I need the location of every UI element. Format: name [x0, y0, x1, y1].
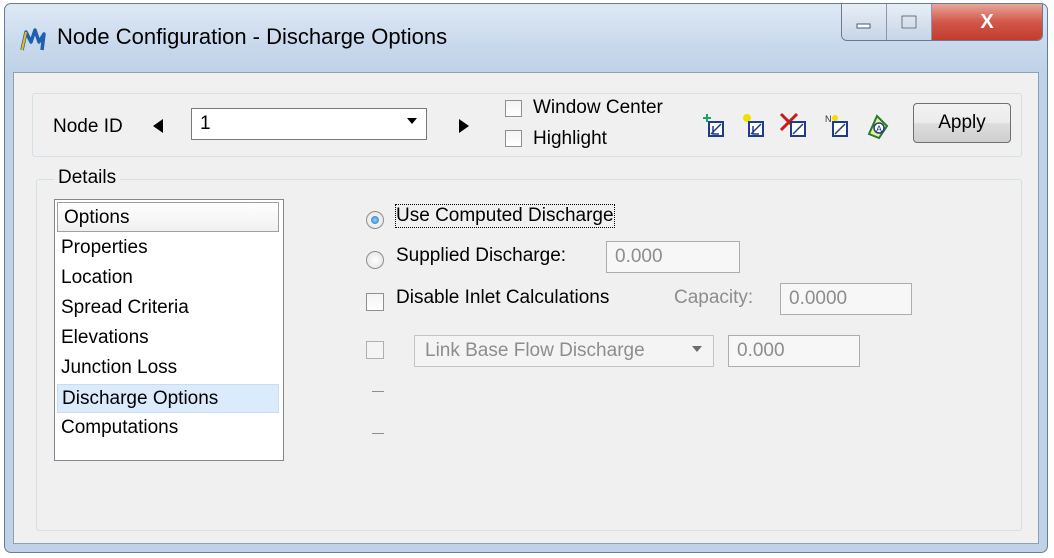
list-item-location[interactable]: Location	[57, 264, 279, 293]
minimize-button[interactable]	[842, 4, 887, 40]
chevron-down-icon	[407, 118, 417, 124]
dialog-body: Node ID 1 Window Center Highlight N A Ap…	[13, 72, 1039, 544]
annotate-node-icon[interactable]: A	[863, 112, 893, 140]
list-item-elevations[interactable]: Elevations	[57, 324, 279, 353]
maximize-button[interactable]	[887, 4, 932, 40]
divider-dash	[372, 391, 384, 392]
supplied-discharge-radio[interactable]	[366, 251, 384, 269]
base-flow-value-field[interactable]: 0.000	[728, 335, 860, 367]
highlight-checkbox[interactable]	[505, 130, 522, 147]
use-computed-discharge-label[interactable]: Use Computed Discharge	[395, 204, 615, 228]
divider-dash	[372, 433, 384, 434]
node-id-label: Node ID	[53, 116, 123, 137]
svg-text:N: N	[825, 114, 832, 124]
capacity-field[interactable]: 0.0000	[780, 283, 912, 315]
title-bar[interactable]: Node Configuration - Discharge Options X	[5, 4, 1047, 72]
disable-inlet-label: Disable Inlet Calculations	[396, 287, 610, 308]
add-node-icon[interactable]	[699, 112, 729, 140]
node-id-value: 1	[200, 113, 211, 134]
highlight-label: Highlight	[533, 128, 607, 149]
base-flow-type-select[interactable]: Link Base Flow Discharge	[414, 335, 714, 367]
select-node-icon[interactable]	[739, 112, 769, 140]
supplied-discharge-label: Supplied Discharge:	[396, 245, 567, 266]
close-button[interactable]: X	[932, 4, 1042, 40]
list-item-spread-criteria[interactable]: Spread Criteria	[57, 294, 279, 323]
window-center-label: Window Center	[533, 97, 663, 118]
dialog-window: Node Configuration - Discharge Options X…	[4, 3, 1048, 553]
window-center-checkbox[interactable]	[505, 100, 522, 117]
details-legend: Details	[54, 167, 121, 189]
list-item-junction-loss[interactable]: Junction Loss	[57, 354, 279, 383]
list-item-discharge-options[interactable]: Discharge Options	[57, 384, 279, 413]
app-logo-icon	[20, 28, 46, 51]
window-title: Node Configuration - Discharge Options	[57, 24, 448, 49]
supplied-discharge-field[interactable]: 0.000	[606, 241, 740, 273]
minimize-icon	[856, 23, 871, 29]
next-node-arrow-icon[interactable]	[457, 118, 471, 134]
apply-button[interactable]: Apply	[913, 103, 1011, 143]
delete-node-icon[interactable]	[779, 112, 809, 140]
renumber-node-icon[interactable]: N	[823, 112, 853, 140]
close-icon: X	[980, 10, 994, 33]
window-controls: X	[841, 4, 1043, 41]
node-toolbar: Node ID 1 Window Center Highlight N A Ap…	[32, 93, 1022, 157]
previous-node-arrow-icon[interactable]	[151, 118, 165, 134]
list-item-properties[interactable]: Properties	[57, 234, 279, 263]
options-listbox[interactable]: Options Properties Location Spread Crite…	[54, 199, 284, 461]
capacity-label: Capacity:	[674, 287, 754, 308]
svg-text:A: A	[876, 124, 882, 134]
disable-inlet-checkbox[interactable]	[366, 293, 384, 311]
base-flow-type-value: Link Base Flow Discharge	[425, 340, 645, 361]
node-id-combobox[interactable]: 1	[191, 108, 427, 140]
base-flow-checkbox[interactable]	[366, 341, 384, 359]
use-computed-discharge-radio[interactable]	[366, 211, 384, 229]
maximize-icon	[901, 15, 917, 29]
list-item-computations[interactable]: Computations	[57, 414, 279, 443]
options-list-header[interactable]: Options	[57, 202, 279, 232]
chevron-down-icon	[692, 346, 702, 352]
